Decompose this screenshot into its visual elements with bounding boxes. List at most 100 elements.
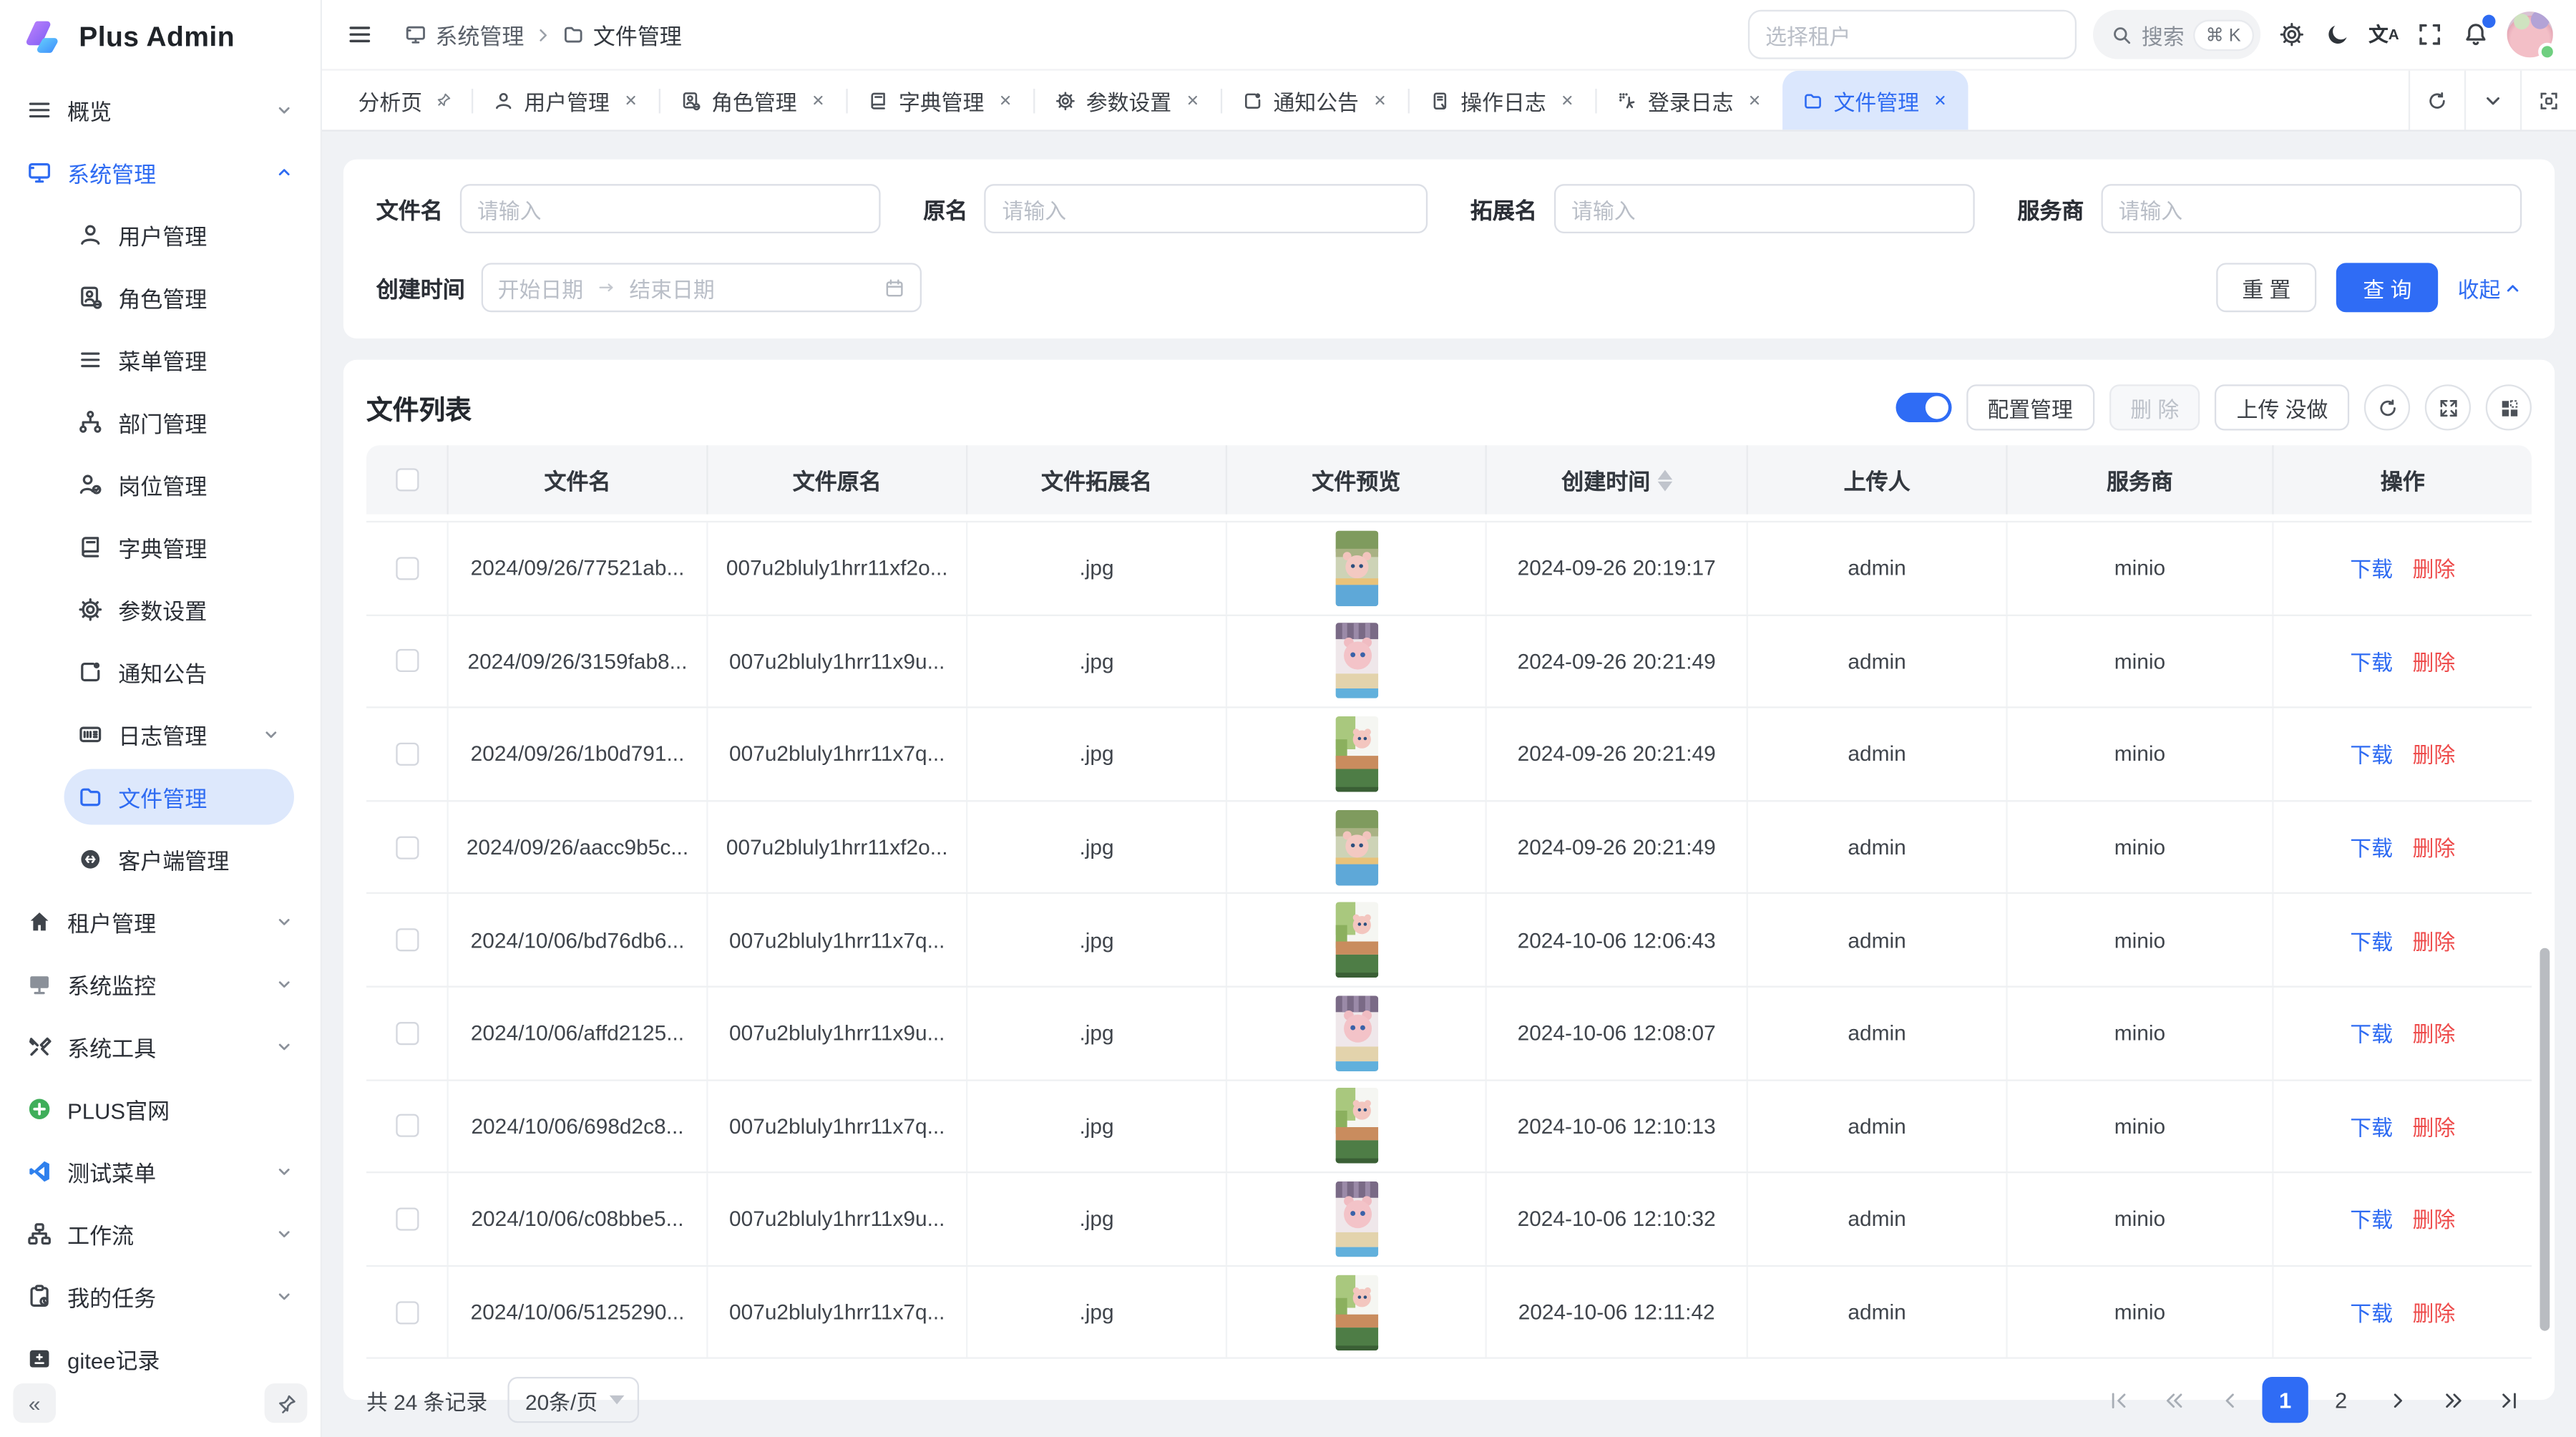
download-link[interactable]: 下载 [2350, 739, 2393, 770]
tenant-select[interactable]: 选择租户 [1747, 10, 2076, 59]
delete-link[interactable]: 删除 [2413, 1204, 2456, 1235]
delete-link[interactable]: 删除 [2413, 925, 2456, 956]
config-manage-button[interactable]: 配置管理 [1966, 384, 2094, 430]
tab-3[interactable]: 字典管理 [848, 71, 1033, 130]
sidebar-item-12[interactable]: 客户端管理 [13, 828, 307, 890]
close-tab-icon[interactable] [1185, 92, 1201, 109]
file-preview-image[interactable] [1335, 995, 1377, 1071]
column-settings-button[interactable] [2486, 384, 2532, 430]
close-tab-icon[interactable] [1747, 92, 1763, 109]
sidebar-item-9[interactable]: 通知公告 [13, 640, 307, 703]
sidebar-item-8[interactable]: 参数设置 [13, 578, 307, 640]
close-tab-icon[interactable] [997, 92, 1014, 109]
refresh-list-button[interactable] [2364, 384, 2410, 430]
file-preview-image[interactable] [1335, 1182, 1377, 1257]
next-5-pages-button[interactable] [2430, 1378, 2476, 1423]
delete-button[interactable]: 删 除 [2109, 384, 2200, 430]
sidebar-item-14[interactable]: 系统监控 [13, 953, 307, 1015]
file-preview-image[interactable] [1335, 1088, 1377, 1164]
pin-tab-icon[interactable] [435, 92, 452, 109]
row-checkbox[interactable] [395, 557, 418, 580]
filter-field-input-3[interactable]: 请输入 [2100, 184, 2522, 233]
last-page-button[interactable] [2486, 1378, 2532, 1423]
select-all-checkbox[interactable] [395, 468, 418, 491]
sidebar-pin-button[interactable] [265, 1383, 308, 1423]
sidebar-item-0[interactable]: 概览 [13, 79, 307, 141]
sidebar-item-15[interactable]: 系统工具 [13, 1015, 307, 1078]
search-panel-toggle[interactable] [1896, 393, 1951, 422]
row-checkbox[interactable] [395, 1207, 418, 1230]
download-link[interactable]: 下载 [2350, 832, 2393, 863]
download-link[interactable]: 下载 [2350, 925, 2393, 956]
sidebar-item-7[interactable]: 字典管理 [13, 516, 307, 578]
sidebar-item-20[interactable]: gitee记录 [13, 1328, 307, 1378]
language-translate-icon[interactable]: 文A [2369, 20, 2399, 49]
delete-link[interactable]: 删除 [2413, 1018, 2456, 1049]
user-avatar[interactable] [2507, 11, 2553, 57]
close-tab-icon[interactable] [623, 92, 639, 109]
delete-link[interactable]: 删除 [2413, 832, 2456, 863]
file-preview-image[interactable] [1335, 809, 1377, 885]
sidebar-item-6[interactable]: 岗位管理 [13, 454, 307, 516]
table-scrollbar[interactable] [2540, 948, 2550, 1331]
refresh-tab-icon[interactable] [2409, 71, 2464, 130]
query-button[interactable]: 查 询 [2337, 263, 2438, 312]
upload-button[interactable]: 上传 没做 [2215, 384, 2349, 430]
dark-mode-moon-icon[interactable] [2323, 20, 2352, 49]
file-preview-image[interactable] [1335, 716, 1377, 792]
page-button-1[interactable]: 1 [2262, 1378, 2308, 1423]
sidebar-item-16[interactable]: PLUS官网 [13, 1078, 307, 1140]
breadcrumb-item-0[interactable]: 系统管理 [404, 18, 525, 51]
filter-field-input-2[interactable]: 请输入 [1553, 184, 1975, 233]
tab-4[interactable]: 参数设置 [1035, 71, 1221, 130]
tab-8[interactable]: 文件管理 [1782, 71, 1968, 130]
date-range-input[interactable]: 开始日期 结束日期 [482, 263, 922, 312]
delete-link[interactable]: 删除 [2413, 552, 2456, 584]
close-tab-icon[interactable] [810, 92, 826, 109]
row-checkbox[interactable] [395, 929, 418, 952]
close-tab-icon[interactable] [1372, 92, 1388, 109]
row-checkbox[interactable] [395, 650, 418, 673]
first-page-button[interactable] [2094, 1378, 2140, 1423]
row-checkbox[interactable] [395, 1114, 418, 1137]
sidebar-item-1[interactable]: 系统管理 [13, 141, 307, 203]
sidebar-item-19[interactable]: 我的任务 [13, 1265, 307, 1328]
row-checkbox[interactable] [395, 1300, 418, 1323]
file-preview-image[interactable] [1335, 1275, 1377, 1350]
sidebar-item-3[interactable]: 角色管理 [13, 266, 307, 328]
tab-5[interactable]: 通知公告 [1222, 71, 1407, 130]
download-link[interactable]: 下载 [2350, 646, 2393, 677]
close-tab-icon[interactable] [1559, 92, 1576, 109]
download-link[interactable]: 下载 [2350, 1204, 2393, 1235]
settings-gear-icon[interactable] [2277, 20, 2306, 49]
download-link[interactable]: 下载 [2350, 1111, 2393, 1142]
file-preview-image[interactable] [1335, 902, 1377, 978]
notifications-bell-icon[interactable] [2461, 20, 2490, 49]
sidebar-item-2[interactable]: 用户管理 [13, 204, 307, 266]
delete-link[interactable]: 删除 [2413, 1297, 2456, 1328]
reset-button[interactable]: 重 置 [2216, 263, 2317, 312]
tab-6[interactable]: 操作日志 [1410, 71, 1595, 130]
global-search[interactable]: 搜索 ⌘ K [2092, 10, 2260, 59]
sidebar-item-17[interactable]: 测试菜单 [13, 1140, 307, 1202]
file-preview-image[interactable] [1335, 530, 1377, 606]
sidebar-item-4[interactable]: 菜单管理 [13, 328, 307, 391]
table-fullscreen-button[interactable] [2425, 384, 2471, 430]
sidebar-collapse-button[interactable]: « [13, 1383, 56, 1423]
tab-list-chevron-icon[interactable] [2464, 71, 2520, 130]
row-checkbox[interactable] [395, 1022, 418, 1045]
tab-0[interactable]: 分析页 [338, 71, 472, 130]
delete-link[interactable]: 删除 [2413, 739, 2456, 770]
prev-page-button[interactable] [2206, 1378, 2252, 1423]
sidebar-item-5[interactable]: 部门管理 [13, 391, 307, 453]
column-header-4[interactable]: 创建时间 [1487, 445, 1748, 514]
content-fullscreen-icon[interactable] [2520, 71, 2576, 130]
download-link[interactable]: 下载 [2350, 1297, 2393, 1328]
sidebar-item-10[interactable]: 日志管理 [13, 703, 307, 766]
prev-5-pages-button[interactable] [2150, 1378, 2196, 1423]
sidebar-item-18[interactable]: 工作流 [13, 1203, 307, 1265]
file-preview-image[interactable] [1335, 623, 1377, 699]
sort-icon[interactable] [1657, 469, 1672, 490]
next-page-button[interactable] [2374, 1378, 2420, 1423]
delete-link[interactable]: 删除 [2413, 646, 2456, 677]
